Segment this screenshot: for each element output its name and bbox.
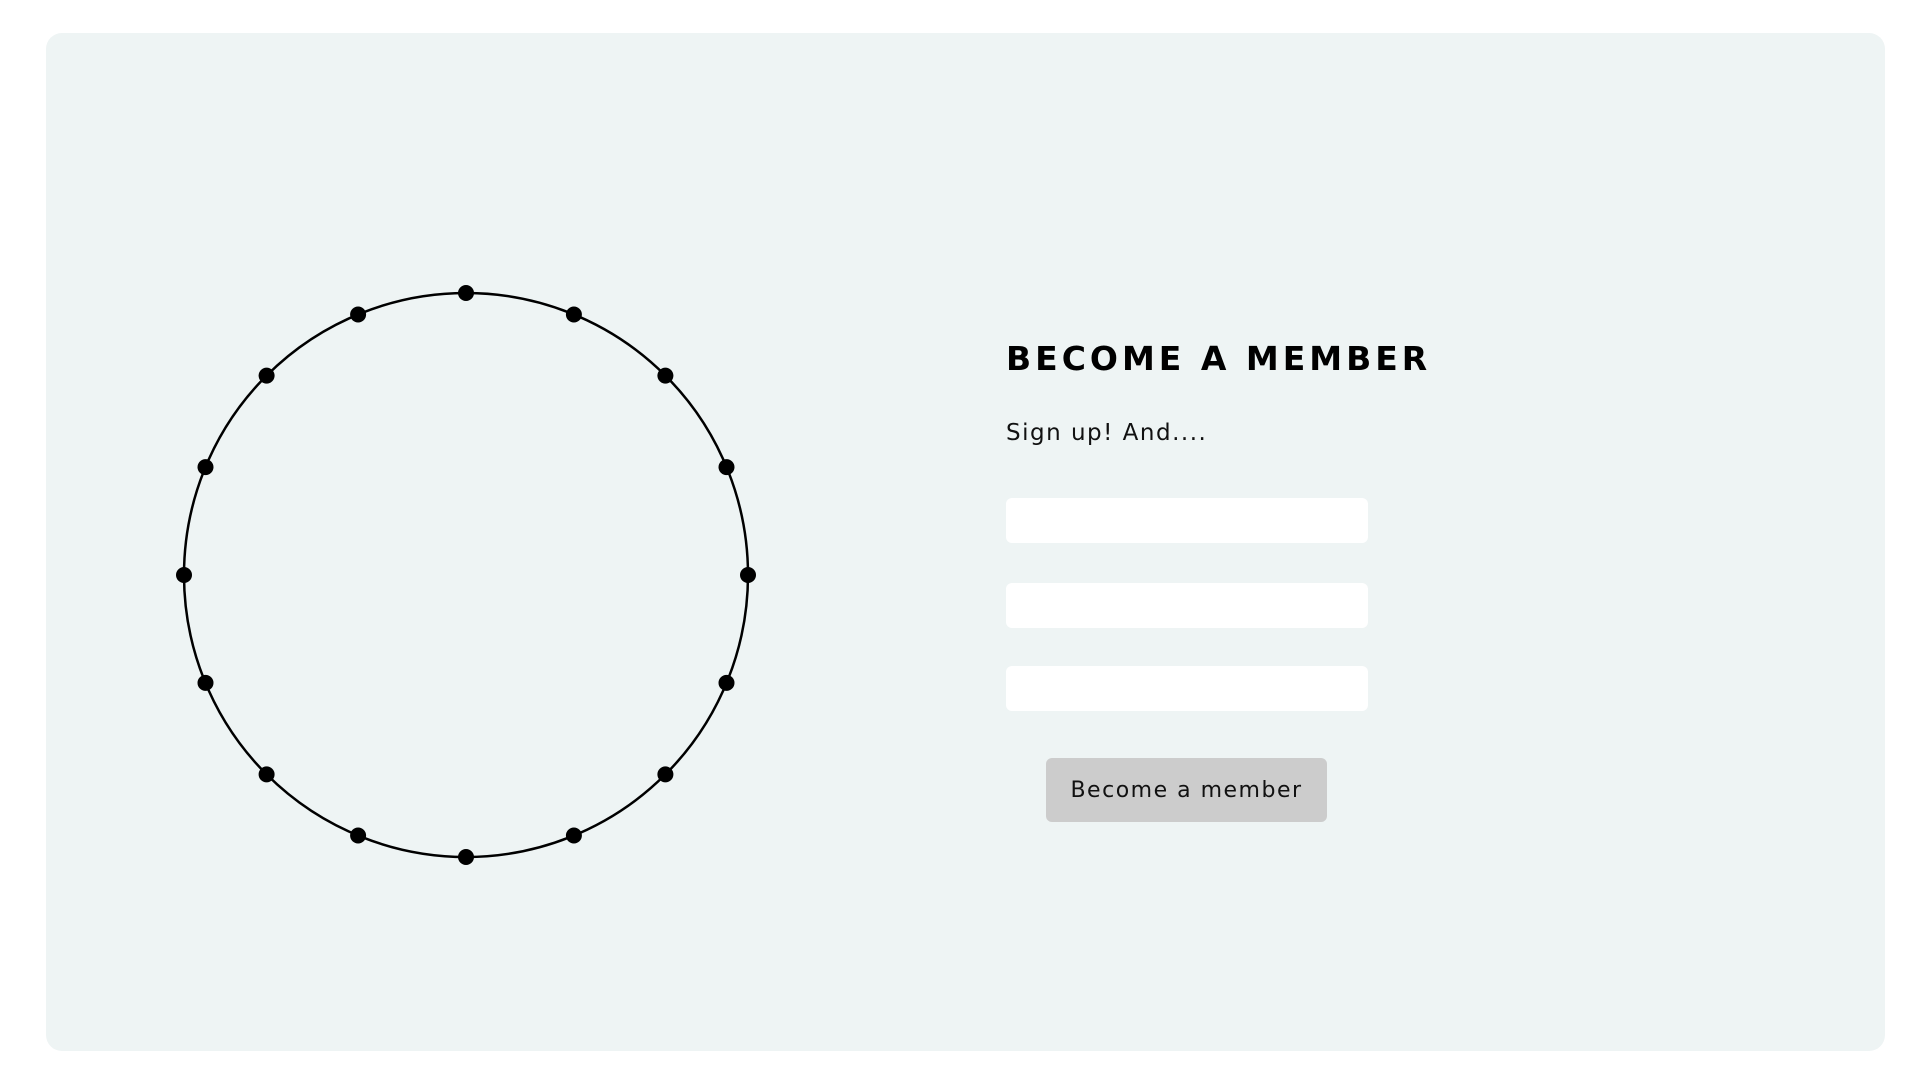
ring-dot (718, 674, 735, 691)
ring-dot (657, 766, 674, 783)
decorative-ring (166, 275, 766, 875)
ring-dot (197, 459, 214, 476)
ring-graphic (176, 285, 756, 865)
ring-dot (258, 766, 275, 783)
signup-field-2[interactable] (1006, 583, 1368, 628)
signup-form: BECOME A MEMBER Sign up! And.... Become … (1006, 333, 1432, 822)
ring-dot (350, 306, 367, 323)
ring-dot (176, 567, 192, 583)
ring-dot (197, 674, 214, 691)
ring-dot (258, 367, 275, 384)
ring-dot (718, 459, 735, 476)
ring-dot (458, 285, 474, 301)
signup-field-1[interactable] (1006, 498, 1368, 543)
ring-dot (458, 849, 474, 865)
ring-dot (350, 827, 367, 844)
page-subtitle: Sign up! And.... (1006, 420, 1208, 446)
ring-dot (657, 367, 674, 384)
ring-dots (176, 285, 756, 865)
ring-dot (565, 306, 582, 323)
signup-panel: BECOME A MEMBER Sign up! And.... Become … (46, 33, 1885, 1051)
become-member-button[interactable]: Become a member (1046, 758, 1327, 822)
page-title: BECOME A MEMBER (1006, 339, 1432, 378)
ring-dot (565, 827, 582, 844)
signup-field-3[interactable] (1006, 666, 1368, 711)
ring-dot (740, 567, 756, 583)
